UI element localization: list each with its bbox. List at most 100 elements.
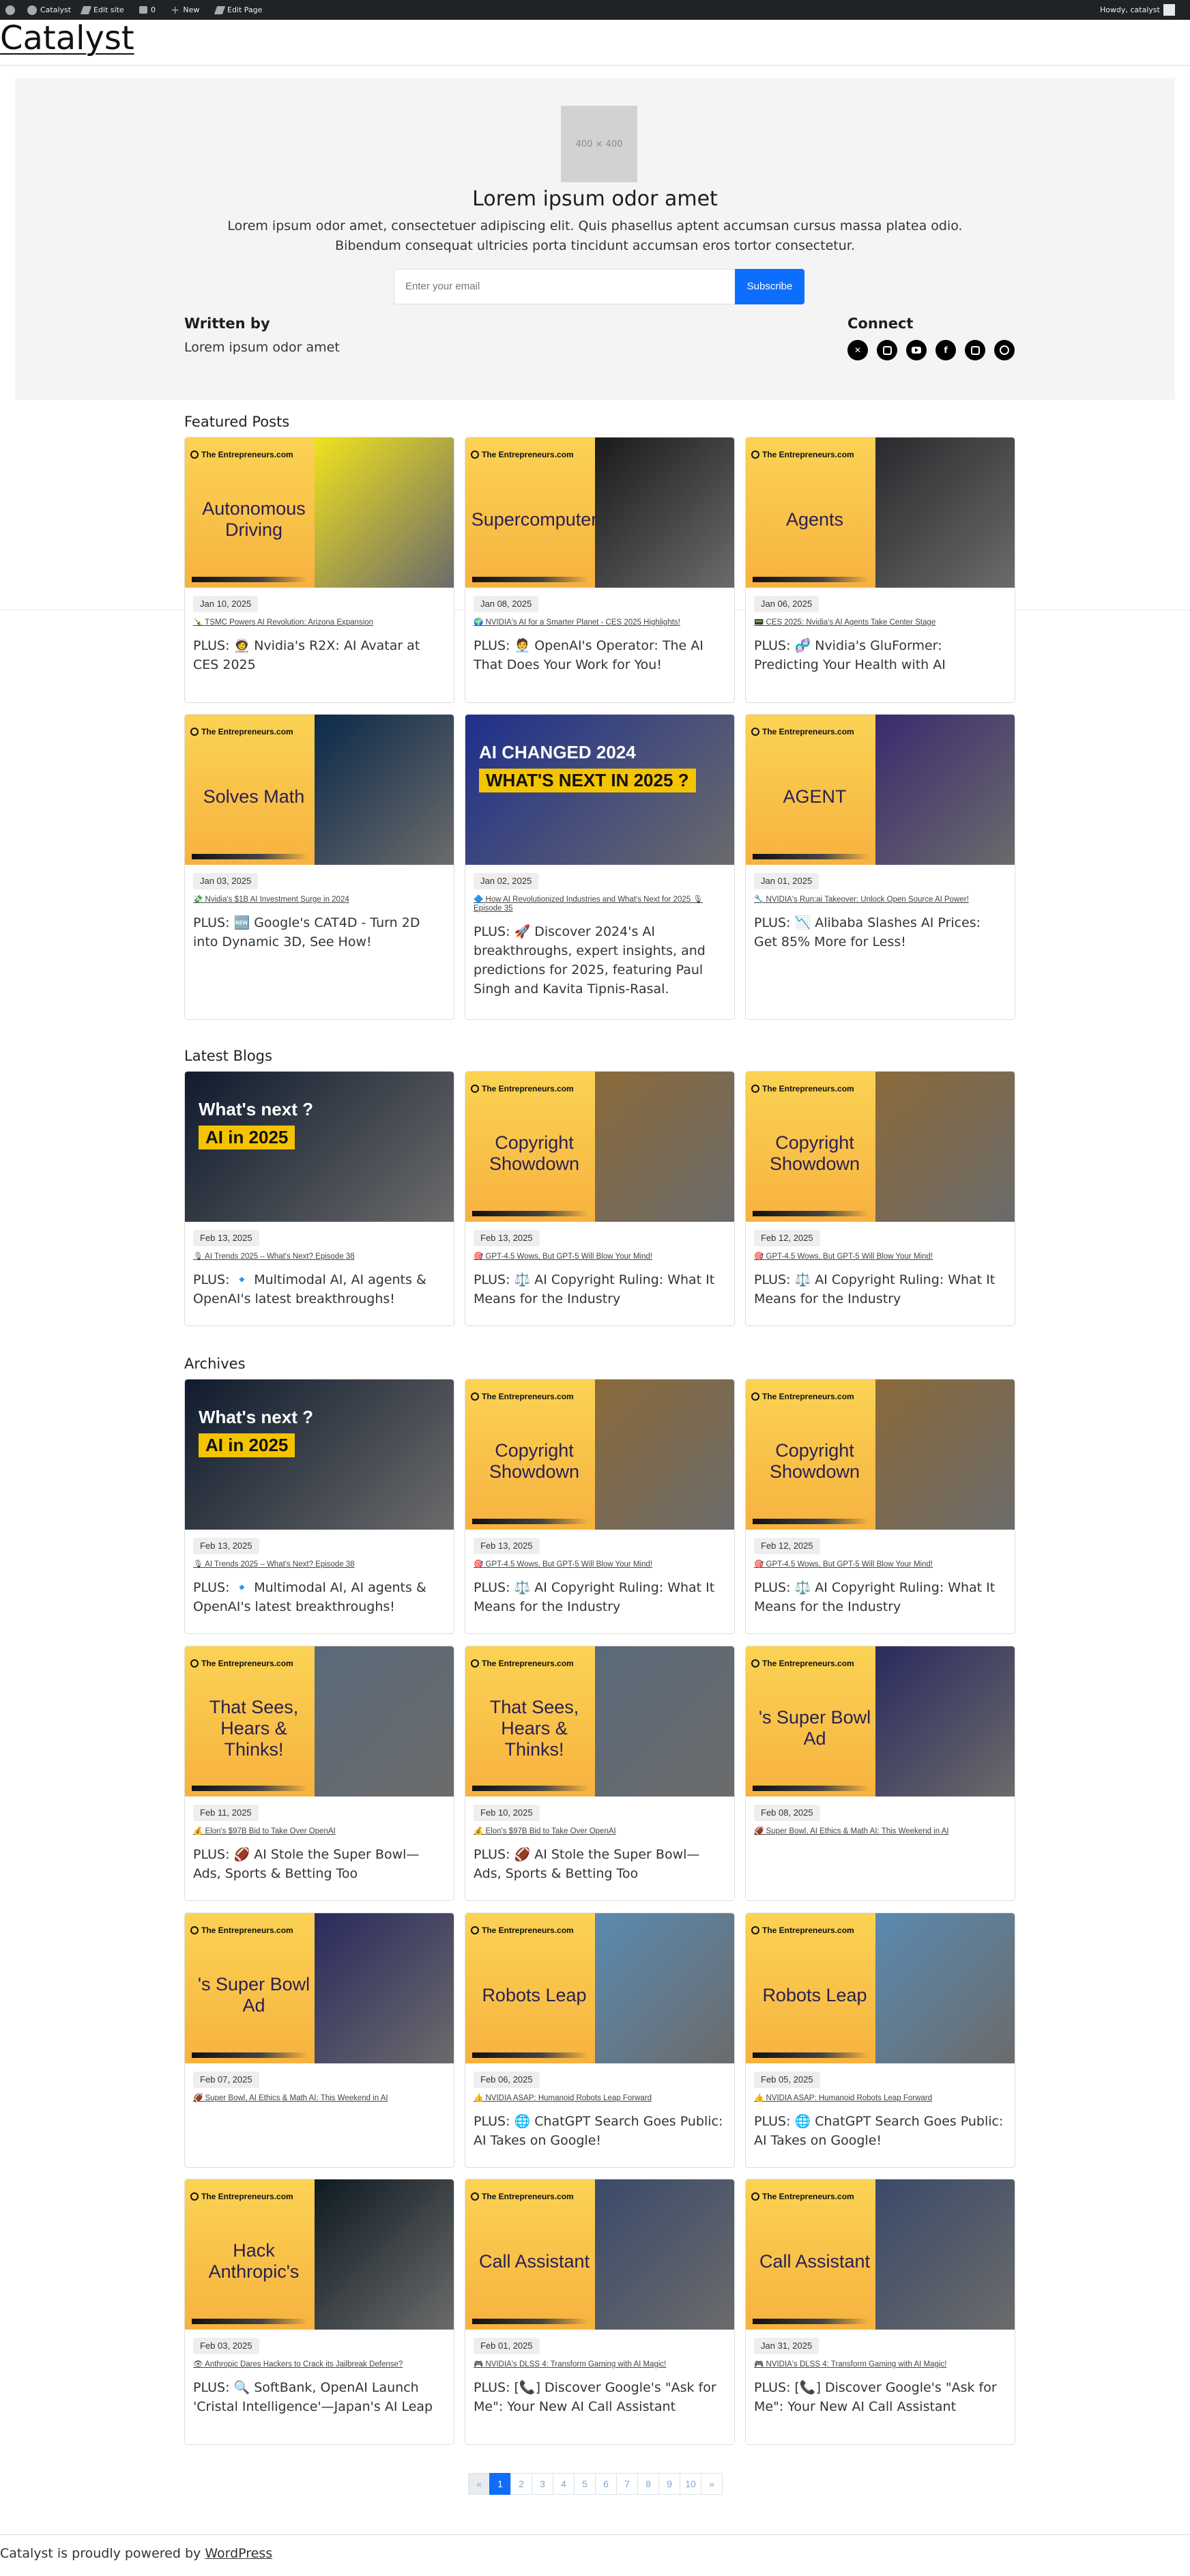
post-thumbnail[interactable]: The Entrepreneurs.com Copyright Showdown (746, 1379, 1015, 1530)
post-source-link[interactable]: 💰 Elon's $97B Bid to Take Over OpenAI (193, 1827, 446, 1836)
post-source-link[interactable]: 🌍 NVIDIA's AI for a Smarter Planet - CES… (474, 618, 726, 627)
threads-icon[interactable] (994, 340, 1015, 360)
post-card[interactable]: The Entrepreneurs.com AGENT Jan 01, 2025 🔧 … (745, 714, 1015, 1020)
post-title[interactable]: PLUS: 🌐 ChatGPT Search Goes Public: AI T… (754, 2112, 1006, 2150)
post-title[interactable]: PLUS: [📞] Discover Google's "Ask for Me"… (474, 2378, 726, 2416)
pagination-page-7[interactable]: 7 (616, 2473, 638, 2495)
post-thumbnail[interactable]: The Entrepreneurs.com 's Super Bowl Ad (185, 1913, 454, 2063)
post-card[interactable]: AI CHANGED 2024 WHAT'S NEXT IN 2025 ? Jan … (465, 714, 735, 1020)
post-title[interactable]: PLUS: 🆕 Google's CAT4D - Turn 2D into Dy… (193, 913, 446, 951)
post-title[interactable]: PLUS: ⚖️ AI Copyright Ruling: What It Me… (474, 1578, 726, 1616)
post-source-link[interactable]: 🎯 GPT-4.5 Wows, But GPT-5 Will Blow Your… (474, 1560, 726, 1569)
post-source-link[interactable]: 👍 NVIDIA ASAP: Humanoid Robots Leap Forw… (474, 2094, 726, 2103)
post-thumbnail[interactable]: The Entrepreneurs.com Copyright Showdown (465, 1072, 734, 1222)
post-source-link[interactable]: 🎯 GPT-4.5 Wows, But GPT-5 Will Blow Your… (474, 1253, 726, 1261)
post-title[interactable]: PLUS: ⚖️ AI Copyright Ruling: What It Me… (754, 1578, 1006, 1616)
post-card[interactable]: The Entrepreneurs.com Copyright Showdown F… (745, 1071, 1015, 1326)
post-card[interactable]: The Entrepreneurs.com Agents Jan 06, 2025 📟… (745, 437, 1015, 703)
post-thumbnail[interactable]: The Entrepreneurs.com Call Assistant (746, 2179, 1015, 2330)
wordpress-logo-icon[interactable] (5, 0, 15, 20)
linkedin-icon[interactable] (877, 340, 897, 360)
youtube-icon[interactable] (906, 340, 927, 360)
pagination-page-8[interactable]: 8 (637, 2473, 659, 2495)
pagination-page-6[interactable]: 6 (595, 2473, 617, 2495)
post-thumbnail[interactable]: The Entrepreneurs.com Copyright Showdown (465, 1379, 734, 1530)
post-source-link[interactable]: 🔧 NVIDIA's Run:ai Takeover: Unlock Open … (754, 896, 1006, 904)
post-title[interactable]: PLUS: 🚀 Discover 2024's AI breakthroughs… (474, 922, 726, 999)
pagination-next[interactable]: » (701, 2473, 723, 2495)
post-title[interactable]: PLUS: 🧑‍🚀 Nvidia's R2X: AI Avatar at CES… (193, 636, 446, 674)
post-title[interactable]: PLUS: 🏈 AI Stole the Super Bowl—Ads, Spo… (474, 1845, 726, 1883)
post-title[interactable]: PLUS: ⚖️ AI Copyright Ruling: What It Me… (474, 1270, 726, 1308)
post-card[interactable]: The Entrepreneurs.com Robots Leap Feb 06, … (465, 1913, 735, 2168)
x-icon[interactable]: ✕ (847, 340, 868, 360)
post-thumbnail[interactable]: The Entrepreneurs.com Copyright Showdown (746, 1072, 1015, 1222)
post-thumbnail[interactable]: The Entrepreneurs.com Robots Leap (465, 1913, 734, 2063)
post-card[interactable]: The Entrepreneurs.com Call Assistant Jan 3… (745, 2179, 1015, 2445)
post-thumbnail[interactable]: The Entrepreneurs.com Supercomputer (465, 438, 734, 588)
post-source-link[interactable]: 🏈 Super Bowl, AI Ethics & Math AI: This … (754, 1827, 1006, 1836)
post-thumbnail[interactable]: The Entrepreneurs.com Agents (746, 438, 1015, 588)
pagination-page-3[interactable]: 3 (532, 2473, 553, 2495)
instagram-icon[interactable] (965, 340, 985, 360)
post-source-link[interactable]: 🍾 TSMC Powers AI Revolution: Arizona Exp… (193, 618, 446, 627)
post-thumbnail[interactable]: The Entrepreneurs.com 's Super Bowl Ad (746, 1646, 1015, 1797)
post-title[interactable]: PLUS: 🔹 Multimodal AI, AI agents & OpenA… (193, 1270, 446, 1308)
post-thumbnail[interactable]: The Entrepreneurs.com Hack Anthropic's (185, 2179, 454, 2330)
post-source-link[interactable]: 🎙 AI Trends 2025 – What's Next? Episode … (193, 1560, 446, 1569)
post-title[interactable]: PLUS: 🔍 SoftBank, OpenAI Launch 'Cristal… (193, 2378, 446, 2416)
admin-site-link[interactable]: Catalyst (27, 0, 71, 20)
post-title[interactable]: PLUS: 🔹 Multimodal AI, AI agents & OpenA… (193, 1578, 446, 1616)
post-card[interactable]: The Entrepreneurs.com Call Assistant Feb 0… (465, 2179, 735, 2445)
post-card[interactable]: The Entrepreneurs.com 's Super Bowl Ad Feb… (184, 1913, 454, 2168)
post-source-link[interactable]: 📟 CES 2025: Nvidia's AI Agents Take Cent… (754, 618, 1006, 627)
post-card[interactable]: The Entrepreneurs.com Copyright Showdown F… (745, 1379, 1015, 1634)
admin-comments-link[interactable]: 0 (139, 0, 156, 20)
post-thumbnail[interactable]: The Entrepreneurs.com That Sees, Hears & … (185, 1646, 454, 1797)
pagination-page-1[interactable]: 1 (489, 2473, 511, 2495)
post-source-link[interactable]: 🎮 NVIDIA's DLSS 4: Transform Gaming with… (474, 2360, 726, 2369)
post-source-link[interactable]: 👁 Anthropic Dares Hackers to Crack its J… (193, 2360, 446, 2369)
post-card[interactable]: What's next ? AI in 2025 Feb 13, 2025 🎙 AI … (184, 1071, 454, 1326)
post-source-link[interactable]: 🎮 NVIDIA's DLSS 4: Transform Gaming with… (754, 2360, 1006, 2369)
post-source-link[interactable]: 🎯 GPT-4.5 Wows, But GPT-5 Will Blow Your… (754, 1253, 1006, 1261)
post-thumbnail[interactable]: The Entrepreneurs.com Autonomous Driving (185, 438, 454, 588)
admin-new-link[interactable]: + New (171, 0, 199, 20)
admin-edit-page-link[interactable]: Edit Page (214, 0, 262, 20)
pagination-page-4[interactable]: 4 (553, 2473, 575, 2495)
post-card[interactable]: The Entrepreneurs.com Solves Math Jan 03, … (184, 714, 454, 1020)
post-source-link[interactable]: 🏈 Super Bowl, AI Ethics & Math AI: This … (193, 2094, 446, 2103)
post-source-link[interactable]: 💰 Elon's $97B Bid to Take Over OpenAI (474, 1827, 726, 1836)
post-title[interactable]: PLUS: 🏈 AI Stole the Super Bowl—Ads, Spo… (193, 1845, 446, 1883)
pagination-prev[interactable]: « (468, 2473, 490, 2495)
facebook-icon[interactable]: f (935, 340, 956, 360)
post-card[interactable]: The Entrepreneurs.com Supercomputer Jan 08… (465, 437, 735, 703)
post-card[interactable]: The Entrepreneurs.com 's Super Bowl Ad Feb… (745, 1646, 1015, 1901)
post-card[interactable]: What's next ? AI in 2025 Feb 13, 2025 🎙 AI … (184, 1379, 454, 1634)
post-title[interactable]: PLUS: [📞] Discover Google's "Ask for Me"… (754, 2378, 1006, 2416)
admin-edit-site-link[interactable]: Edit site (80, 0, 124, 20)
post-card[interactable]: The Entrepreneurs.com Copyright Showdown F… (465, 1071, 735, 1326)
post-thumbnail[interactable]: The Entrepreneurs.com Solves Math (185, 715, 454, 865)
post-source-link[interactable]: 🎯 GPT-4.5 Wows, But GPT-5 Will Blow Your… (754, 1560, 1006, 1569)
post-title[interactable]: PLUS: 🧑‍💼 OpenAI's Operator: The AI That… (474, 636, 726, 674)
site-title[interactable]: Catalyst (0, 19, 134, 57)
post-thumbnail[interactable]: The Entrepreneurs.com AGENT (746, 715, 1015, 865)
post-card[interactable]: The Entrepreneurs.com Hack Anthropic's Feb… (184, 2179, 454, 2445)
post-source-link[interactable]: 🎙 AI Trends 2025 – What's Next? Episode … (193, 1253, 446, 1261)
post-thumbnail[interactable]: What's next ? AI in 2025 (185, 1379, 454, 1530)
post-thumbnail[interactable]: What's next ? AI in 2025 (185, 1072, 454, 1222)
post-title[interactable]: PLUS: 🌐 ChatGPT Search Goes Public: AI T… (474, 2112, 726, 2150)
post-title[interactable]: PLUS: 🧬 Nvidia's GluFormer: Predicting Y… (754, 636, 1006, 674)
pagination-page-10[interactable]: 10 (680, 2473, 701, 2495)
post-source-link[interactable]: 🔷 How AI Revolutionized Industries and W… (474, 896, 726, 913)
pagination-page-5[interactable]: 5 (574, 2473, 596, 2495)
post-thumbnail[interactable]: The Entrepreneurs.com That Sees, Hears & … (465, 1646, 734, 1797)
post-thumbnail[interactable]: AI CHANGED 2024 WHAT'S NEXT IN 2025 ? (465, 715, 734, 865)
pagination-page-9[interactable]: 9 (658, 2473, 680, 2495)
post-card[interactable]: The Entrepreneurs.com That Sees, Hears & … (184, 1646, 454, 1901)
post-title[interactable]: PLUS: ⚖️ AI Copyright Ruling: What It Me… (754, 1270, 1006, 1308)
post-thumbnail[interactable]: The Entrepreneurs.com Call Assistant (465, 2179, 734, 2330)
email-field[interactable]: Enter your email (394, 269, 736, 304)
post-source-link[interactable]: 💸 Nvidia's $1B AI Investment Surge in 20… (193, 896, 446, 904)
